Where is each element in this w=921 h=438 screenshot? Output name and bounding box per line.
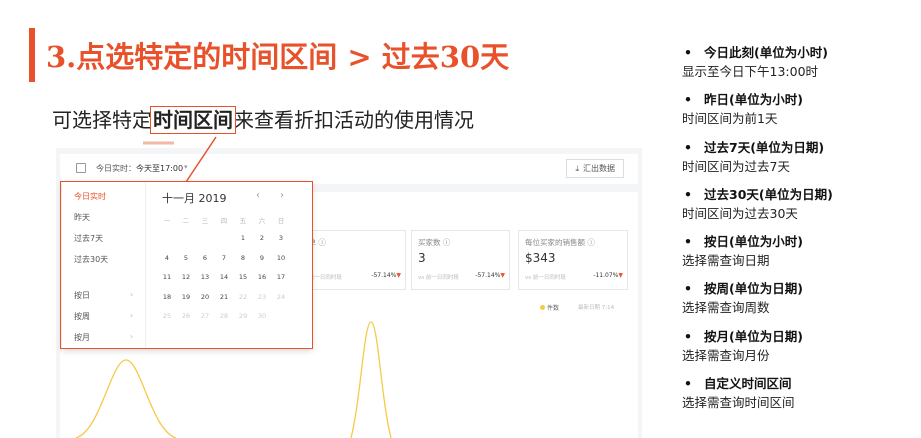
calendar-month-title: 十一月 2019 bbox=[162, 192, 227, 205]
calendar-day: 27 bbox=[200, 312, 210, 320]
series-line-2 bbox=[350, 321, 392, 438]
note-item: 过去7天(单位为日期)时间区间为过去7天 bbox=[682, 139, 918, 186]
date-range-dropdown: 今日实时 昨天 过去7天 过去30天 按日 › 按周 › 按月 › 十一月 20… bbox=[62, 181, 312, 349]
note-heading: 按日(单位为小时) bbox=[682, 233, 918, 251]
note-item: 昨日(单位为小时) 时间区间为前1天 bbox=[682, 91, 918, 138]
slide-subtitle: 可选择特定时间区间来查看折扣活动的使用情况 bbox=[52, 104, 474, 134]
note-heading: 按月(单位为日期) bbox=[682, 328, 918, 346]
chevron-left-icon[interactable]: ‹ bbox=[256, 190, 260, 201]
calendar-day[interactable]: 15 bbox=[236, 273, 250, 281]
calendar-day[interactable]: 3 bbox=[274, 234, 288, 242]
notes-list: 今日此刻(单位为小时) 显示至今日下午13:00时昨日(单位为小时) 时间区间为前1… bbox=[682, 44, 918, 422]
note-item: 自定义时间区间选择需查询时间区间 bbox=[682, 375, 918, 422]
calendar-day[interactable]: 7 bbox=[217, 254, 231, 262]
note-description: 时间区间为过去30天 bbox=[682, 205, 798, 221]
calendar-day[interactable]: 16 bbox=[255, 273, 269, 281]
calendar-day[interactable]: 19 bbox=[179, 293, 193, 301]
preset-last-7-days[interactable]: 过去7天 bbox=[74, 233, 103, 244]
note-item: 按日(单位为小时) 选择需查询日期 bbox=[682, 233, 918, 280]
calendar-day[interactable]: 1 bbox=[236, 234, 250, 242]
note-heading: 昨日(单位为小时) bbox=[682, 91, 918, 109]
weekday-label: 二 bbox=[182, 217, 190, 225]
note-item: 按周(单位为日期) 选择需查询周数 bbox=[682, 280, 918, 327]
calendar-day[interactable]: 11 bbox=[160, 273, 174, 281]
calendar-day[interactable]: 4 bbox=[160, 254, 174, 262]
preset-last-30-days[interactable]: 过去30天 bbox=[74, 254, 108, 265]
calendar-day[interactable]: 17 bbox=[274, 273, 288, 281]
calendar-day: 25 bbox=[162, 312, 172, 320]
weekday-label: 四 bbox=[220, 217, 228, 225]
note-heading: 过去7天(单位为日期) bbox=[682, 139, 918, 157]
calendar-day: 23 bbox=[257, 292, 267, 301]
calendar-day: 26 bbox=[181, 312, 191, 320]
calendar-day[interactable]: 21 bbox=[217, 293, 231, 301]
calendar-day[interactable]: 14 bbox=[217, 273, 231, 281]
calendar-day[interactable]: 5 bbox=[179, 254, 193, 262]
note-item: 今日此刻(单位为小时) 显示至今日下午13:00时 bbox=[682, 44, 918, 91]
preset-yesterday[interactable]: 昨天 bbox=[74, 212, 90, 223]
calendar-day[interactable]: 8 bbox=[236, 254, 250, 262]
preset-by-month[interactable]: 按月 bbox=[74, 332, 90, 343]
calendar-day: 30 bbox=[257, 312, 267, 320]
preset-by-day[interactable]: 按日 bbox=[74, 290, 90, 301]
note-heading: 按周(单位为日期) bbox=[682, 280, 918, 298]
note-description: 选择需查询周数 bbox=[682, 300, 770, 316]
chevron-right-icon[interactable]: › bbox=[280, 190, 284, 201]
calendar-day: 29 bbox=[238, 312, 248, 320]
calendar-day[interactable]: 6 bbox=[198, 254, 212, 262]
subtitle-highlight: 时间区间 bbox=[150, 106, 236, 134]
weekday-label: 六 bbox=[258, 217, 266, 225]
note-description: 选择需查询月份 bbox=[682, 347, 770, 363]
series-line bbox=[75, 359, 177, 438]
weekday-label: 一 bbox=[163, 217, 171, 225]
note-item: 过去30天(单位为日期)时间区间为过去30天 bbox=[682, 186, 918, 233]
note-description: 选择需查询时间区间 bbox=[682, 395, 795, 411]
subtitle-post: 来查看折扣活动的使用情况 bbox=[234, 108, 474, 132]
title-accent-bar bbox=[29, 28, 35, 82]
weekday-label: 三 bbox=[201, 217, 209, 225]
preset-list: 今日实时 昨天 过去7天 过去30天 按日 › 按周 › 按月 › bbox=[62, 181, 146, 349]
note-item: 按月(单位为日期)选择需查询月份 bbox=[682, 328, 918, 375]
weekday-label: 五 bbox=[239, 217, 247, 225]
calendar-day: 28 bbox=[219, 312, 229, 320]
note-description: 显示至今日下午13:00时 bbox=[682, 64, 819, 79]
calendar-day[interactable]: 12 bbox=[179, 273, 193, 281]
weekday-label: 日 bbox=[277, 217, 285, 225]
calendar-day[interactable]: 18 bbox=[160, 293, 174, 301]
calendar-day[interactable]: 10 bbox=[274, 254, 288, 262]
calendar-day[interactable]: 2 bbox=[255, 234, 269, 242]
preset-by-week[interactable]: 按周 bbox=[74, 311, 90, 322]
calendar-day: 22 bbox=[238, 292, 248, 301]
calendar-day[interactable]: 20 bbox=[198, 293, 212, 301]
calendar-day[interactable]: 9 bbox=[255, 254, 269, 262]
chevron-right-icon: › bbox=[130, 290, 134, 299]
note-description: 时间区间为过去7天 bbox=[682, 158, 790, 174]
chevron-right-icon: › bbox=[130, 332, 134, 341]
note-heading: 今日此刻(单位为小时) bbox=[682, 44, 918, 62]
note-heading: 自定义时间区间 bbox=[682, 375, 918, 393]
note-description: 选择需查询日期 bbox=[682, 253, 770, 269]
slide-title: 3.点选特定的时间区间 > 过去30天 bbox=[46, 40, 510, 74]
subtitle-pre: 可选择特定 bbox=[52, 108, 152, 132]
calendar-day[interactable]: 13 bbox=[198, 273, 212, 281]
calendar: 十一月 2019 ‹ › 一二三四五六日 1 2 3 4 5 6 7 8 9 10 11 12 13 14 1… bbox=[154, 181, 304, 349]
calendar-day: 24 bbox=[276, 292, 286, 301]
chevron-right-icon: › bbox=[130, 311, 134, 320]
preset-today[interactable]: 今日实时 bbox=[74, 191, 106, 202]
note-heading: 过去30天(单位为日期) bbox=[682, 186, 918, 204]
note-description: 时间区间为前1天 bbox=[682, 111, 778, 127]
